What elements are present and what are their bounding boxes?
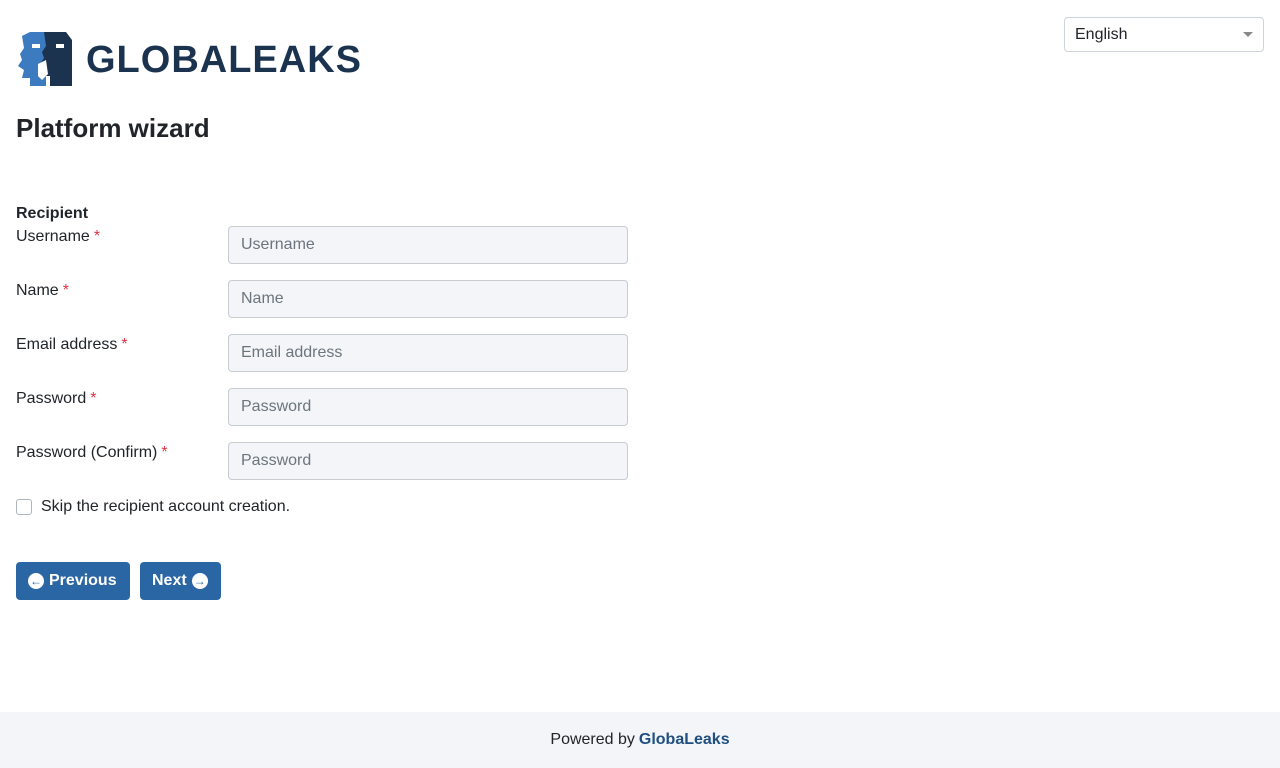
footer-prefix: Powered by xyxy=(550,731,635,748)
password-confirm-label: Password (Confirm) * xyxy=(16,444,168,461)
globaleaks-logo-icon xyxy=(18,32,72,86)
name-label: Name * xyxy=(16,282,69,299)
page-title: Platform wizard xyxy=(16,113,210,143)
name-row: Name * xyxy=(16,280,628,318)
previous-button[interactable]: ← Previous xyxy=(16,562,130,600)
required-asterisk: * xyxy=(121,336,128,353)
password-label: Password * xyxy=(16,390,97,407)
password-confirm-row: Password (Confirm) * xyxy=(16,442,628,480)
required-asterisk: * xyxy=(161,444,168,461)
footer: Powered by GlobaLeaks xyxy=(0,712,1280,768)
required-asterisk: * xyxy=(90,390,97,407)
username-row: Username * xyxy=(16,226,628,264)
wizard-page: GLOBALEAKS English Platform wizard Recip… xyxy=(0,0,1280,768)
required-asterisk: * xyxy=(93,228,101,245)
username-label: Username * xyxy=(16,228,101,245)
password-row: Password * xyxy=(16,388,628,426)
next-button-label: Next xyxy=(152,572,187,589)
next-button[interactable]: Next → xyxy=(140,562,221,600)
arrow-right-circle-icon: → xyxy=(191,573,208,589)
email-row: Email address * xyxy=(16,334,628,372)
globaleaks-link[interactable]: GlobaLeaks xyxy=(639,731,730,749)
skip-recipient-label: Skip the recipient account creation. xyxy=(41,498,291,515)
logo-text: GLOBALEAKS xyxy=(86,39,362,81)
username-input[interactable] xyxy=(228,226,628,264)
required-asterisk: * xyxy=(62,282,69,299)
chevron-down-icon xyxy=(1243,32,1253,37)
password-input[interactable] xyxy=(228,388,628,426)
previous-button-label: Previous xyxy=(49,572,117,589)
password-confirm-input[interactable] xyxy=(228,442,628,480)
email-input[interactable] xyxy=(228,334,628,372)
skip-recipient-row[interactable]: Skip the recipient account creation. xyxy=(16,498,290,516)
language-select-value: English xyxy=(1075,25,1128,43)
section-label-recipient: Recipient xyxy=(16,205,89,222)
name-input[interactable] xyxy=(228,280,628,318)
logo: GLOBALEAKS xyxy=(16,30,362,88)
language-select[interactable]: English xyxy=(1064,17,1264,52)
email-label: Email address * xyxy=(16,336,128,353)
skip-recipient-checkbox[interactable] xyxy=(16,499,32,515)
arrow-left-circle-icon: ← xyxy=(28,573,44,589)
